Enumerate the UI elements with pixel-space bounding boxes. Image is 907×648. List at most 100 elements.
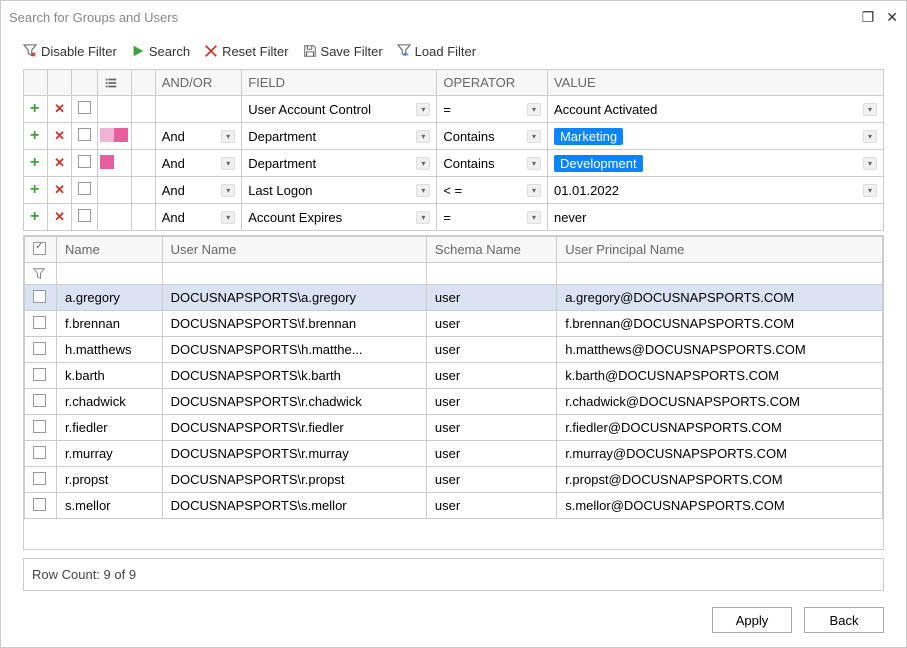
remove-row-button[interactable]: ✕ xyxy=(48,96,72,123)
row-checkbox[interactable] xyxy=(25,363,57,389)
andor-select[interactable]: And▾ xyxy=(155,123,242,150)
row-checkbox[interactable] xyxy=(25,415,57,441)
chevron-down-icon[interactable]: ▾ xyxy=(863,130,877,143)
search-button[interactable]: Search xyxy=(131,44,190,59)
username-filter[interactable] xyxy=(162,263,426,285)
table-row[interactable]: r.murray DOCUSNAPSPORTS\r.murray user r.… xyxy=(25,441,883,467)
chevron-down-icon[interactable]: ▾ xyxy=(416,157,430,170)
apply-button[interactable]: Apply xyxy=(712,607,792,633)
cell-upn: r.fiedler@DOCUSNAPSPORTS.COM xyxy=(557,415,883,441)
value-input[interactable]: Account Activated▾ xyxy=(547,96,883,123)
value-input[interactable]: 01.01.2022▾ xyxy=(547,177,883,204)
row-checkbox[interactable] xyxy=(25,441,57,467)
chevron-down-icon[interactable]: ▾ xyxy=(416,211,430,224)
chevron-down-icon[interactable]: ▾ xyxy=(527,130,541,143)
cell-name: r.fiedler xyxy=(57,415,163,441)
field-select[interactable]: Department▾ xyxy=(242,150,437,177)
table-row[interactable]: h.matthews DOCUSNAPSPORTS\h.matthe... us… xyxy=(25,337,883,363)
row-checkbox[interactable] xyxy=(25,311,57,337)
row-checkbox[interactable] xyxy=(72,204,98,231)
operator-select[interactable]: =▾ xyxy=(437,96,548,123)
table-row[interactable]: f.brennan DOCUSNAPSPORTS\f.brennan user … xyxy=(25,311,883,337)
chevron-down-icon[interactable]: ▾ xyxy=(416,184,430,197)
select-all-checkbox[interactable]: ✓ xyxy=(25,237,57,263)
disable-filter-button[interactable]: Disable Filter xyxy=(23,44,117,59)
andor-select[interactable]: And▾ xyxy=(155,204,242,231)
add-row-button[interactable]: + xyxy=(24,123,48,150)
table-row[interactable]: r.propst DOCUSNAPSPORTS\r.propst user r.… xyxy=(25,467,883,493)
reset-filter-button[interactable]: Reset Filter xyxy=(204,44,288,59)
save-filter-button[interactable]: Save Filter xyxy=(303,44,383,59)
field-select[interactable]: Department▾ xyxy=(242,123,437,150)
x-icon xyxy=(204,44,218,58)
table-row[interactable]: k.barth DOCUSNAPSPORTS\k.barth user k.ba… xyxy=(25,363,883,389)
remove-row-button[interactable]: ✕ xyxy=(48,150,72,177)
row-checkbox[interactable] xyxy=(72,177,98,204)
row-checkbox[interactable] xyxy=(72,123,98,150)
row-checkbox[interactable] xyxy=(25,285,57,311)
chevron-down-icon[interactable]: ▾ xyxy=(863,103,877,116)
andor-select[interactable] xyxy=(155,96,242,123)
remove-row-button[interactable]: ✕ xyxy=(48,123,72,150)
field-select[interactable]: User Account Control▾ xyxy=(242,96,437,123)
field-select[interactable]: Account Expires▾ xyxy=(242,204,437,231)
maximize-icon[interactable]: ❐ xyxy=(862,9,875,26)
operator-select[interactable]: < =▾ xyxy=(437,177,548,204)
field-select[interactable]: Last Logon▾ xyxy=(242,177,437,204)
chevron-down-icon[interactable]: ▾ xyxy=(221,130,235,143)
add-row-button[interactable]: + xyxy=(24,177,48,204)
schema-filter[interactable] xyxy=(426,263,556,285)
back-button[interactable]: Back xyxy=(804,607,884,633)
table-row[interactable]: r.chadwick DOCUSNAPSPORTS\r.chadwick use… xyxy=(25,389,883,415)
row-checkbox[interactable] xyxy=(72,150,98,177)
row-checkbox[interactable] xyxy=(25,337,57,363)
chevron-down-icon[interactable]: ▾ xyxy=(221,157,235,170)
chevron-down-icon[interactable]: ▾ xyxy=(527,211,541,224)
col-upn[interactable]: User Principal Name xyxy=(557,237,883,263)
chevron-down-icon[interactable]: ▾ xyxy=(416,103,430,116)
upn-filter[interactable] xyxy=(557,263,883,285)
group-indicator[interactable] xyxy=(98,204,131,231)
cell-schema: user xyxy=(426,441,556,467)
chevron-down-icon[interactable]: ▾ xyxy=(416,130,430,143)
chevron-down-icon[interactable]: ▾ xyxy=(221,211,235,224)
value-input[interactable]: never xyxy=(547,204,883,231)
operator-select[interactable]: Contains▾ xyxy=(437,123,548,150)
col-schema[interactable]: Schema Name xyxy=(426,237,556,263)
operator-select[interactable]: =▾ xyxy=(437,204,548,231)
table-row[interactable]: r.fiedler DOCUSNAPSPORTS\r.fiedler user … xyxy=(25,415,883,441)
col-name[interactable]: Name xyxy=(57,237,163,263)
chevron-down-icon[interactable]: ▾ xyxy=(527,103,541,116)
chevron-down-icon[interactable]: ▾ xyxy=(527,184,541,197)
remove-row-button[interactable]: ✕ xyxy=(48,177,72,204)
chevron-down-icon[interactable]: ▾ xyxy=(527,157,541,170)
list-order-icon[interactable] xyxy=(98,70,131,96)
operator-select[interactable]: Contains▾ xyxy=(437,150,548,177)
table-row[interactable]: s.mellor DOCUSNAPSPORTS\s.mellor user s.… xyxy=(25,493,883,519)
group-indicator[interactable] xyxy=(98,150,131,177)
value-input[interactable]: Development▾ xyxy=(547,150,883,177)
group-indicator[interactable] xyxy=(98,123,131,150)
add-row-button[interactable]: + xyxy=(24,204,48,231)
load-filter-button[interactable]: Load Filter xyxy=(397,44,476,59)
row-checkbox[interactable] xyxy=(25,493,57,519)
filter-icon[interactable] xyxy=(25,263,57,285)
name-filter[interactable] xyxy=(57,263,163,285)
andor-select[interactable]: And▾ xyxy=(155,150,242,177)
add-row-button[interactable]: + xyxy=(24,150,48,177)
chevron-down-icon[interactable]: ▾ xyxy=(221,184,235,197)
row-checkbox[interactable] xyxy=(25,467,57,493)
row-checkbox[interactable] xyxy=(25,389,57,415)
row-checkbox[interactable] xyxy=(72,96,98,123)
group-indicator[interactable] xyxy=(98,177,131,204)
remove-row-button[interactable]: ✕ xyxy=(48,204,72,231)
value-input[interactable]: Marketing▾ xyxy=(547,123,883,150)
andor-select[interactable]: And▾ xyxy=(155,177,242,204)
chevron-down-icon[interactable]: ▾ xyxy=(863,157,877,170)
chevron-down-icon[interactable]: ▾ xyxy=(863,184,877,197)
table-row[interactable]: a.gregory DOCUSNAPSPORTS\a.gregory user … xyxy=(25,285,883,311)
add-row-button[interactable]: + xyxy=(24,96,48,123)
col-username[interactable]: User Name xyxy=(162,237,426,263)
close-icon[interactable]: ✕ xyxy=(886,9,898,26)
group-indicator[interactable] xyxy=(98,96,131,123)
